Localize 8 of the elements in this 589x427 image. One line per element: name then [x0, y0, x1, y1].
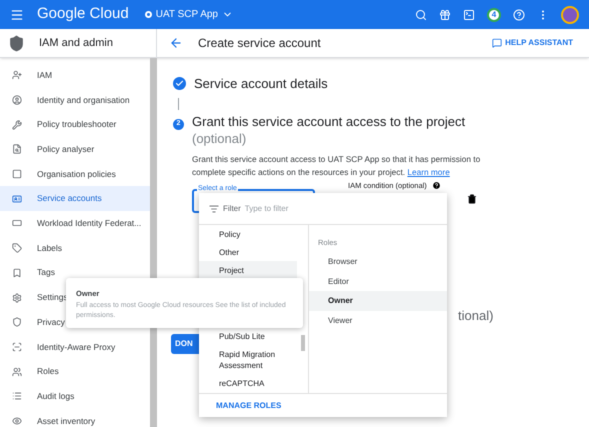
step-title-fragment: tional) — [458, 306, 494, 325]
product-logo-text: Google Cloud — [37, 4, 129, 24]
step-title: Service account details — [194, 75, 328, 93]
section-title: IAM and admin — [39, 36, 113, 51]
page-title: Create service account — [198, 35, 321, 52]
step-title: Grant this service account access to the project — [192, 114, 466, 130]
step-description: Grant this service account access to UAT SCP App so that it has permission to complete specific actions on the resources in your project. Learn more — [192, 152, 482, 178]
optional-label: (optional) — [192, 130, 248, 146]
